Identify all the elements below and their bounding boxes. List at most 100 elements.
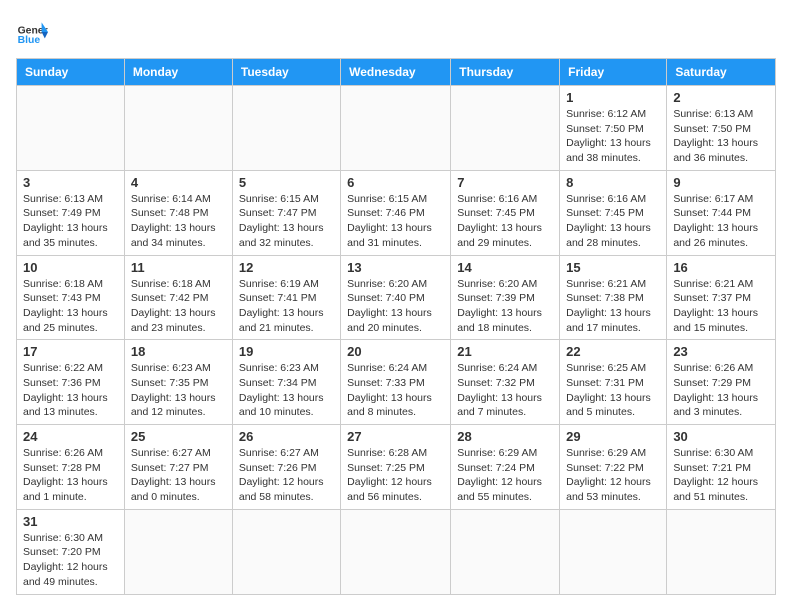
day-number: 22 (566, 344, 660, 359)
calendar-cell: 1 Sunrise: 6:12 AM Sunset: 7:50 PM Daylig… (560, 86, 667, 171)
calendar-cell: 22Sunrise: 6:25 AM Sunset: 7:31 PM Dayli… (560, 340, 667, 425)
day-number: 18 (131, 344, 226, 359)
calendar-header-row: SundayMondayTuesdayWednesdayThursdayFrid… (17, 59, 776, 86)
day-number: 1 (566, 90, 660, 105)
day-info: Sunrise: 6:29 AM Sunset: 7:22 PM Dayligh… (566, 446, 660, 505)
day-info: Sunrise: 6:26 AM Sunset: 7:29 PM Dayligh… (673, 361, 769, 420)
calendar-cell (341, 509, 451, 594)
calendar-cell: 20 Sunrise: 6:24 AM Sunset: 7:33 PM Dayli… (341, 340, 451, 425)
logo: General Blue (16, 16, 48, 48)
logo-icon: General Blue (16, 16, 48, 48)
calendar-week-row: 3Sunrise: 6:13 AM Sunset: 7:49 PM Daylig… (17, 170, 776, 255)
calendar-cell (232, 86, 340, 171)
day-number: 25 (131, 429, 226, 444)
day-number: 11 (131, 260, 226, 275)
calendar-week-row: 1 Sunrise: 6:12 AM Sunset: 7:50 PM Daylig… (17, 86, 776, 171)
day-info: Sunrise: 6:19 AM Sunset: 7:41 PM Dayligh… (239, 277, 334, 336)
day-info: Sunrise: 6:12 AM Sunset: 7:50 PM Dayligh… (566, 107, 660, 166)
svg-text:Blue: Blue (18, 35, 41, 46)
calendar-cell: 26 Sunrise: 6:27 AM Sunset: 7:26 PM Dayli… (232, 425, 340, 510)
calendar-cell: 9Sunrise: 6:17 AM Sunset: 7:44 PM Daylig… (667, 170, 776, 255)
calendar-cell: 27Sunrise: 6:28 AM Sunset: 7:25 PM Dayli… (341, 425, 451, 510)
col-header-monday: Monday (124, 59, 232, 86)
calendar-cell (124, 86, 232, 171)
calendar-cell: 15Sunrise: 6:21 AM Sunset: 7:38 PM Dayli… (560, 255, 667, 340)
calendar-cell: 14 Sunrise: 6:20 AM Sunset: 7:39 PM Dayli… (451, 255, 560, 340)
day-number: 31 (23, 514, 118, 529)
day-number: 6 (347, 175, 444, 190)
calendar-table: SundayMondayTuesdayWednesdayThursdayFrid… (16, 58, 776, 595)
calendar-cell: 29 Sunrise: 6:29 AM Sunset: 7:22 PM Dayli… (560, 425, 667, 510)
day-number: 21 (457, 344, 553, 359)
day-number: 14 (457, 260, 553, 275)
col-header-friday: Friday (560, 59, 667, 86)
day-number: 9 (673, 175, 769, 190)
calendar-cell (451, 86, 560, 171)
calendar-cell: 18Sunrise: 6:23 AM Sunset: 7:35 PM Dayli… (124, 340, 232, 425)
col-header-saturday: Saturday (667, 59, 776, 86)
day-number: 16 (673, 260, 769, 275)
day-info: Sunrise: 6:22 AM Sunset: 7:36 PM Dayligh… (23, 361, 118, 420)
day-info: Sunrise: 6:18 AM Sunset: 7:43 PM Dayligh… (23, 277, 118, 336)
day-info: Sunrise: 6:21 AM Sunset: 7:37 PM Dayligh… (673, 277, 769, 336)
day-info: Sunrise: 6:20 AM Sunset: 7:39 PM Dayligh… (457, 277, 553, 336)
calendar-cell: 21 Sunrise: 6:24 AM Sunset: 7:32 PM Dayli… (451, 340, 560, 425)
calendar-week-row: 24Sunrise: 6:26 AM Sunset: 7:28 PM Dayli… (17, 425, 776, 510)
calendar-cell: 10 Sunrise: 6:18 AM Sunset: 7:43 PM Dayli… (17, 255, 125, 340)
col-header-sunday: Sunday (17, 59, 125, 86)
day-info: Sunrise: 6:20 AM Sunset: 7:40 PM Dayligh… (347, 277, 444, 336)
day-info: Sunrise: 6:13 AM Sunset: 7:49 PM Dayligh… (23, 192, 118, 251)
day-number: 4 (131, 175, 226, 190)
day-info: Sunrise: 6:27 AM Sunset: 7:27 PM Dayligh… (131, 446, 226, 505)
col-header-wednesday: Wednesday (341, 59, 451, 86)
calendar-cell: 3Sunrise: 6:13 AM Sunset: 7:49 PM Daylig… (17, 170, 125, 255)
day-number: 20 (347, 344, 444, 359)
day-info: Sunrise: 6:15 AM Sunset: 7:47 PM Dayligh… (239, 192, 334, 251)
day-number: 2 (673, 90, 769, 105)
calendar-cell (17, 86, 125, 171)
day-info: Sunrise: 6:29 AM Sunset: 7:24 PM Dayligh… (457, 446, 553, 505)
day-number: 8 (566, 175, 660, 190)
day-info: Sunrise: 6:30 AM Sunset: 7:20 PM Dayligh… (23, 531, 118, 590)
day-number: 26 (239, 429, 334, 444)
calendar-cell: 11 Sunrise: 6:18 AM Sunset: 7:42 PM Dayli… (124, 255, 232, 340)
day-info: Sunrise: 6:30 AM Sunset: 7:21 PM Dayligh… (673, 446, 769, 505)
day-info: Sunrise: 6:16 AM Sunset: 7:45 PM Dayligh… (457, 192, 553, 251)
calendar-cell: 28Sunrise: 6:29 AM Sunset: 7:24 PM Dayli… (451, 425, 560, 510)
day-info: Sunrise: 6:15 AM Sunset: 7:46 PM Dayligh… (347, 192, 444, 251)
calendar-cell: 19Sunrise: 6:23 AM Sunset: 7:34 PM Dayli… (232, 340, 340, 425)
day-number: 23 (673, 344, 769, 359)
calendar-week-row: 10 Sunrise: 6:18 AM Sunset: 7:43 PM Dayli… (17, 255, 776, 340)
calendar-cell: 6 Sunrise: 6:15 AM Sunset: 7:46 PM Daylig… (341, 170, 451, 255)
calendar-cell (232, 509, 340, 594)
day-number: 15 (566, 260, 660, 275)
page-header: General Blue (16, 16, 776, 48)
calendar-cell: 16 Sunrise: 6:21 AM Sunset: 7:37 PM Dayli… (667, 255, 776, 340)
calendar-cell: 12Sunrise: 6:19 AM Sunset: 7:41 PM Dayli… (232, 255, 340, 340)
day-info: Sunrise: 6:24 AM Sunset: 7:32 PM Dayligh… (457, 361, 553, 420)
calendar-cell: 7 Sunrise: 6:16 AM Sunset: 7:45 PM Daylig… (451, 170, 560, 255)
day-info: Sunrise: 6:18 AM Sunset: 7:42 PM Dayligh… (131, 277, 226, 336)
day-info: Sunrise: 6:27 AM Sunset: 7:26 PM Dayligh… (239, 446, 334, 505)
calendar-cell: 24Sunrise: 6:26 AM Sunset: 7:28 PM Dayli… (17, 425, 125, 510)
calendar-cell (341, 86, 451, 171)
day-number: 29 (566, 429, 660, 444)
day-number: 30 (673, 429, 769, 444)
calendar-cell (124, 509, 232, 594)
calendar-week-row: 31 Sunrise: 6:30 AM Sunset: 7:20 PM Dayli… (17, 509, 776, 594)
day-info: Sunrise: 6:24 AM Sunset: 7:33 PM Dayligh… (347, 361, 444, 420)
calendar-cell: 23 Sunrise: 6:26 AM Sunset: 7:29 PM Dayli… (667, 340, 776, 425)
day-number: 19 (239, 344, 334, 359)
day-number: 10 (23, 260, 118, 275)
day-number: 7 (457, 175, 553, 190)
day-info: Sunrise: 6:13 AM Sunset: 7:50 PM Dayligh… (673, 107, 769, 166)
day-number: 13 (347, 260, 444, 275)
calendar-week-row: 17Sunrise: 6:22 AM Sunset: 7:36 PM Dayli… (17, 340, 776, 425)
calendar-cell (667, 509, 776, 594)
calendar-cell (560, 509, 667, 594)
col-header-thursday: Thursday (451, 59, 560, 86)
calendar-cell (451, 509, 560, 594)
calendar-cell: 17Sunrise: 6:22 AM Sunset: 7:36 PM Dayli… (17, 340, 125, 425)
day-info: Sunrise: 6:26 AM Sunset: 7:28 PM Dayligh… (23, 446, 118, 505)
calendar-cell: 8Sunrise: 6:16 AM Sunset: 7:45 PM Daylig… (560, 170, 667, 255)
